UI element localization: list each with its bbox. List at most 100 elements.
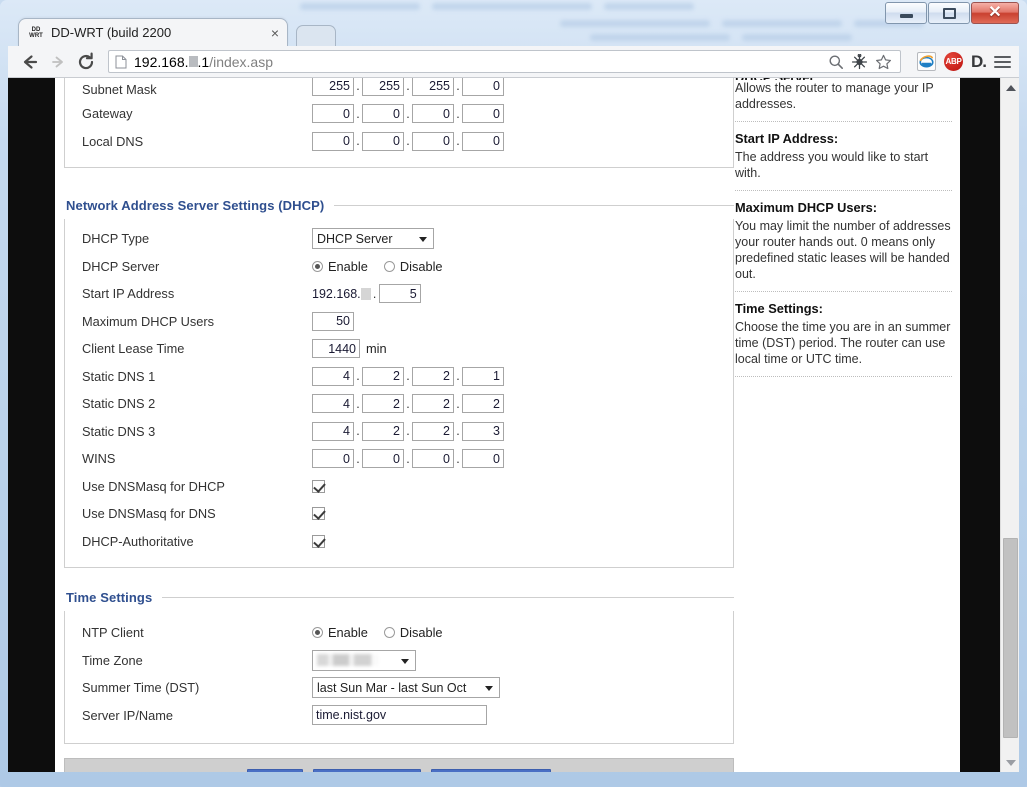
label-client-lease-time: Client Lease Time: [82, 341, 185, 357]
new-tab-button[interactable]: [296, 25, 336, 46]
save-button[interactable]: Save: [246, 769, 304, 772]
scroll-down-icon: [1005, 759, 1016, 766]
dot-separator: .: [356, 79, 360, 93]
subnet-mask-octet-4[interactable]: [462, 78, 504, 96]
section-rule: [334, 205, 734, 206]
local-dns-octets: . . .: [312, 131, 733, 151]
dashlane-label: D.: [971, 52, 987, 71]
max-dhcp-users-input[interactable]: [312, 311, 354, 331]
dashlane-icon[interactable]: D.: [971, 52, 987, 71]
address-bar[interactable]: 192.168. .1/index.asp: [108, 50, 901, 73]
dhcp-authoritative-checkbox[interactable]: [312, 534, 325, 548]
static-dns-1-octet-4[interactable]: [462, 366, 504, 386]
static-dns-1-octet-3[interactable]: [412, 366, 454, 386]
static-dns-2-octet-1[interactable]: [312, 394, 354, 414]
static-dns-1-octet-1[interactable]: [312, 366, 354, 386]
static-dns-3-octets: . . .: [312, 421, 733, 441]
section-heading-dhcp: Network Address Server Settings (DHCP): [64, 198, 734, 213]
bookmark-star-icon[interactable]: [875, 54, 892, 70]
help-body-dhcp-server: Allows the router to manage your IP addr…: [735, 81, 934, 111]
local-dns-octet-4[interactable]: [462, 131, 504, 151]
scrollbar-thumb[interactable]: [1003, 538, 1018, 738]
label-static-dns-1: Static DNS 1: [82, 368, 156, 384]
wins-octet-2[interactable]: [362, 449, 404, 469]
static-dns-3-octet-3[interactable]: [412, 421, 454, 441]
chrome-menu-icon[interactable]: [994, 55, 1011, 68]
maximize-icon: [942, 7, 956, 19]
local-dns-octet-1[interactable]: [312, 131, 354, 151]
label-dhcp-server: DHCP Server: [82, 258, 160, 274]
label-dnsmasq-dns: Use DNSMasq for DNS: [82, 506, 216, 522]
back-button[interactable]: [16, 48, 44, 76]
help-separator: [735, 376, 952, 377]
dnsmasq-dhcp-checkbox[interactable]: [312, 479, 325, 493]
gateway-octet-3[interactable]: [412, 104, 454, 124]
form-button-bar: Save Apply Settings Cancel Changes: [64, 758, 734, 772]
url-middle: .1: [197, 53, 210, 70]
reload-icon: [78, 52, 94, 69]
scroll-up-button[interactable]: [1001, 79, 1019, 96]
dnsmasq-dns-checkbox[interactable]: [312, 507, 325, 521]
wins-octet-3[interactable]: [412, 449, 454, 469]
help-separator: [735, 190, 952, 191]
client-lease-time-input[interactable]: [312, 339, 360, 359]
row-dhcp-server: DHCP Server Enable Disable: [65, 253, 733, 281]
control-dnsmasq-dhcp: [312, 479, 733, 493]
dot-separator: .: [356, 396, 360, 411]
gateway-octet-1[interactable]: [312, 104, 354, 124]
dot-separator: .: [356, 106, 360, 121]
static-dns-3-octet-4[interactable]: [462, 421, 504, 441]
label-summer-time: Summer Time (DST): [82, 680, 200, 696]
static-dns-1-octet-2[interactable]: [362, 366, 404, 386]
window-titlebar[interactable]: ✕: [0, 0, 1027, 41]
ntp-client-enable-radio[interactable]: Enable: [312, 625, 368, 640]
row-start-ip: Start IP Address 192.168..: [65, 280, 733, 308]
summer-time-select[interactable]: last Sun Mar - last Sun Oct: [312, 677, 500, 699]
subnet-mask-octet-1[interactable]: [312, 78, 354, 96]
ie-tab-extension-icon[interactable]: [917, 52, 936, 71]
row-dhcp-authoritative: DHCP-Authoritative: [65, 528, 733, 556]
dhcp-type-select[interactable]: DHCP Server: [312, 228, 434, 250]
page-right-margin: [960, 78, 1000, 772]
section-title-time: Time Settings: [66, 590, 153, 605]
apply-settings-button[interactable]: Apply Settings: [313, 769, 421, 772]
ntp-enable-label: Enable: [328, 625, 368, 641]
scroll-down-button[interactable]: [1001, 754, 1019, 771]
section-heading-time: Time Settings: [64, 590, 734, 605]
titlebar-ghost-text: [300, 3, 420, 10]
gateway-octet-2[interactable]: [362, 104, 404, 124]
cancel-changes-button[interactable]: Cancel Changes: [431, 769, 552, 772]
adblock-plus-icon[interactable]: ABP: [944, 52, 963, 71]
browser-tab-ddwrt[interactable]: DD WRT DD-WRT (build 2200 ×: [18, 18, 288, 46]
page-scrollbar[interactable]: [1000, 78, 1019, 772]
wins-octet-4[interactable]: [462, 449, 504, 469]
help-title-start-ip: Start IP Address:: [735, 131, 839, 146]
gateway-octet-4[interactable]: [462, 104, 504, 124]
search-icon[interactable]: [828, 54, 844, 70]
local-dns-octet-2[interactable]: [362, 131, 404, 151]
reload-button[interactable]: [72, 48, 100, 76]
static-dns-3-octet-2[interactable]: [362, 421, 404, 441]
start-ip-last-octet[interactable]: [378, 284, 421, 304]
dhcp-server-disable-label: Disable: [399, 258, 443, 274]
control-dhcp-type: DHCP Server: [312, 228, 733, 250]
row-server-ip-name: Server IP/Name: [65, 702, 733, 730]
local-dns-octet-3[interactable]: [412, 131, 454, 151]
dhcp-server-enable-radio[interactable]: Enable: [312, 259, 368, 274]
help-body-time-settings: Choose the time you are in an summer tim…: [735, 320, 951, 366]
dhcp-server-disable-radio[interactable]: Disable: [383, 258, 443, 274]
static-dns-3-octet-1[interactable]: [312, 421, 354, 441]
control-time-zone: [312, 649, 733, 671]
dot-separator: .: [356, 369, 360, 384]
wins-octet-1[interactable]: [312, 449, 354, 469]
static-dns-2-octet-3[interactable]: [412, 394, 454, 414]
static-dns-2-octet-4[interactable]: [462, 394, 504, 414]
server-ip-name-input[interactable]: [312, 705, 487, 726]
subnet-mask-octet-3[interactable]: [412, 78, 454, 96]
bug-tracker-icon[interactable]: [851, 53, 868, 70]
row-static-dns-1: Static DNS 1 . . .: [65, 363, 733, 391]
ntp-client-disable-radio[interactable]: Disable: [383, 625, 443, 640]
tab-close-icon[interactable]: ×: [271, 25, 279, 41]
subnet-mask-octet-2[interactable]: [362, 78, 404, 96]
static-dns-2-octet-2[interactable]: [362, 394, 404, 414]
